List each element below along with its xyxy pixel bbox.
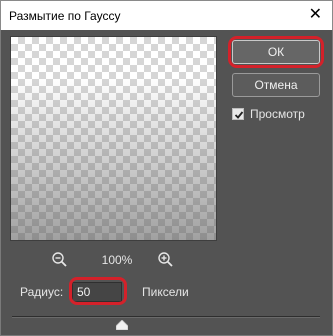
zoom-controls: 100% bbox=[10, 250, 217, 270]
radius-slider[interactable] bbox=[12, 316, 320, 331]
dialog-title: Размытие по Гауссу bbox=[9, 9, 121, 23]
cancel-button[interactable]: Отмена bbox=[232, 73, 320, 97]
preview-blur-overlay bbox=[11, 37, 216, 240]
slider-track-highlight bbox=[12, 317, 320, 318]
close-icon[interactable]: ✕ bbox=[309, 6, 322, 24]
slider-thumb-icon[interactable] bbox=[115, 319, 129, 331]
check-icon bbox=[234, 111, 244, 119]
title-bar: Размытие по Гауссу ✕ bbox=[0, 0, 333, 30]
ok-button-highlight bbox=[228, 36, 324, 68]
radius-row: Радиус: 50 Пиксели bbox=[20, 282, 320, 302]
radius-input-highlight bbox=[69, 277, 127, 305]
radius-label: Радиус: bbox=[20, 285, 64, 299]
preview-checkbox-label: Просмотр bbox=[250, 107, 305, 121]
preview-canvas[interactable] bbox=[10, 36, 217, 241]
radius-unit: Пиксели bbox=[142, 285, 189, 299]
zoom-level: 100% bbox=[101, 253, 133, 267]
gaussian-blur-dialog: Размытие по Гауссу ✕ 100% ОК Отмена Прос… bbox=[0, 0, 333, 336]
zoom-in-icon[interactable] bbox=[157, 251, 175, 269]
preview-checkbox[interactable] bbox=[232, 108, 244, 120]
zoom-out-icon[interactable] bbox=[51, 251, 69, 269]
